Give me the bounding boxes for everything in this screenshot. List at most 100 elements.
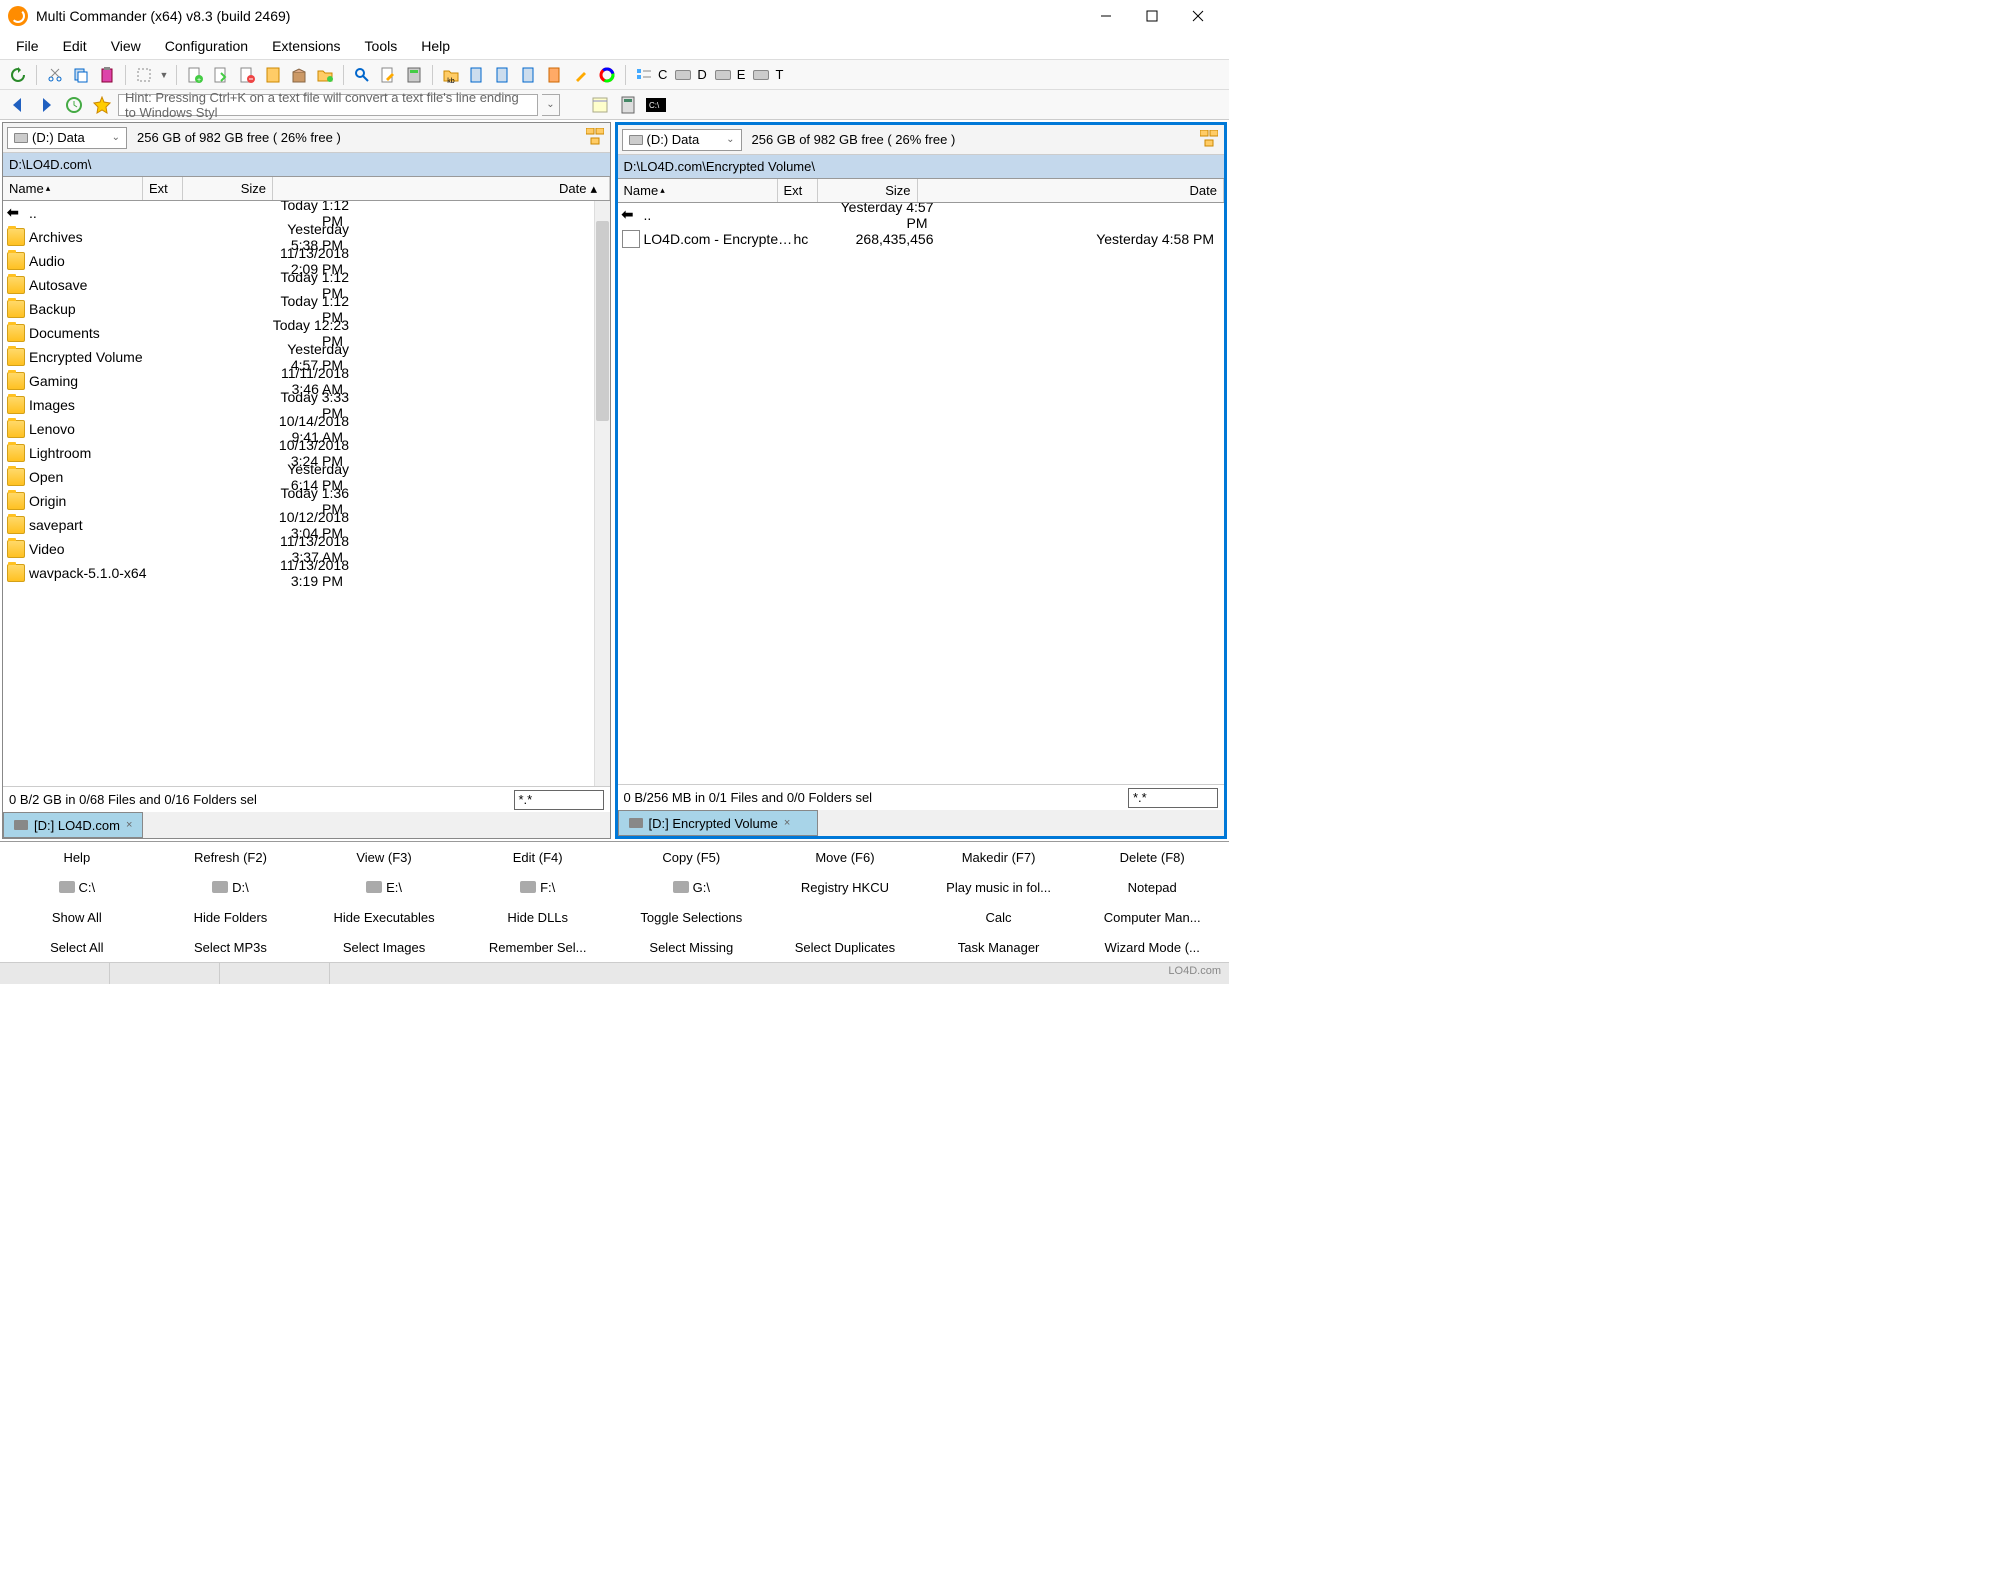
back-button[interactable] xyxy=(6,93,30,117)
doc4-icon[interactable] xyxy=(543,63,567,87)
bottom-button[interactable]: Toggle Selections xyxy=(615,906,769,929)
kb-icon[interactable]: kb xyxy=(439,63,463,87)
new-folder-icon[interactable] xyxy=(313,63,337,87)
bottom-button[interactable]: D:\ xyxy=(154,876,308,899)
select-icon[interactable] xyxy=(132,63,156,87)
menu-tools[interactable]: Tools xyxy=(353,34,410,58)
console-icon[interactable]: C:\ xyxy=(644,93,668,117)
left-tab[interactable]: [D:] LO4D.com × xyxy=(3,812,143,838)
edit-file-icon[interactable] xyxy=(376,63,400,87)
doc3-icon[interactable] xyxy=(517,63,541,87)
bottom-button[interactable]: Hide Executables xyxy=(307,906,461,929)
cut-icon[interactable] xyxy=(43,63,67,87)
drive-t-icon[interactable] xyxy=(749,63,773,87)
bottom-button[interactable]: Select All xyxy=(0,936,154,959)
color-wheel-icon[interactable] xyxy=(595,63,619,87)
minimize-button[interactable] xyxy=(1083,0,1129,32)
right-tree-icon[interactable] xyxy=(1200,130,1220,150)
bottom-button[interactable]: Select MP3s xyxy=(154,936,308,959)
drive-d-icon[interactable] xyxy=(671,63,695,87)
right-filter-input[interactable]: *.* xyxy=(1128,788,1218,808)
bottom-button[interactable]: Select Missing xyxy=(615,936,769,959)
left-path-bar[interactable]: D:\LO4D.com\ xyxy=(3,153,610,177)
left-header-size[interactable]: Size xyxy=(183,177,273,200)
brush-icon[interactable] xyxy=(569,63,593,87)
right-header-date[interactable]: Date xyxy=(918,179,1225,202)
left-file-list[interactable]: ⬅ .. Today 1:12 PM Archives Yesterday 5:… xyxy=(3,201,610,786)
left-drive-selector[interactable]: (D:) Data ⌄ xyxy=(7,127,127,149)
notepad-icon[interactable] xyxy=(588,93,612,117)
tab-close-icon[interactable]: × xyxy=(126,819,132,831)
bottom-button[interactable]: Registry HKCU xyxy=(768,876,922,899)
bottom-button[interactable]: Refresh (F2) xyxy=(154,846,308,869)
drive-e-icon[interactable] xyxy=(711,63,735,87)
left-header-ext[interactable]: Ext xyxy=(143,177,183,200)
new-file-icon[interactable]: + xyxy=(183,63,207,87)
bottom-button[interactable]: Copy (F5) xyxy=(615,846,769,869)
drive-d-label[interactable]: D xyxy=(697,67,708,82)
left-header-name[interactable]: Name▴ xyxy=(3,177,143,200)
refresh-icon[interactable] xyxy=(6,63,30,87)
calculator-icon[interactable] xyxy=(402,63,426,87)
bottom-button[interactable]: C:\ xyxy=(0,876,154,899)
bottom-button[interactable]: E:\ xyxy=(307,876,461,899)
up-row[interactable]: ⬅ .. Yesterday 4:57 PM xyxy=(618,203,1225,227)
hint-dropdown[interactable]: ⌄ xyxy=(542,94,560,116)
bottom-button[interactable]: Edit (F4) xyxy=(461,846,615,869)
bottom-button[interactable]: F:\ xyxy=(461,876,615,899)
forward-button[interactable] xyxy=(34,93,58,117)
bottom-button[interactable]: Move (F6) xyxy=(768,846,922,869)
right-header-name[interactable]: Name▴ xyxy=(618,179,778,202)
right-path-bar[interactable]: D:\LO4D.com\Encrypted Volume\ xyxy=(618,155,1225,179)
bottom-button[interactable]: Delete (F8) xyxy=(1075,846,1229,869)
package-icon[interactable] xyxy=(287,63,311,87)
tab-close-icon[interactable]: × xyxy=(784,817,790,829)
paste-icon[interactable] xyxy=(95,63,119,87)
left-header-date[interactable]: Date▴ xyxy=(273,177,610,200)
favorites-button[interactable] xyxy=(90,93,114,117)
bottom-button[interactable]: Wizard Mode (... xyxy=(1075,936,1229,959)
right-header-size[interactable]: Size xyxy=(818,179,918,202)
menu-view[interactable]: View xyxy=(99,34,153,58)
drive-e-label[interactable]: E xyxy=(737,67,748,82)
delete-file-icon[interactable] xyxy=(235,63,259,87)
scrollbar[interactable] xyxy=(594,201,610,786)
bottom-button[interactable]: Makedir (F7) xyxy=(922,846,1076,869)
properties-icon[interactable] xyxy=(261,63,285,87)
right-tab[interactable]: [D:] Encrypted Volume × xyxy=(618,810,818,836)
bottom-button[interactable]: Hide DLLs xyxy=(461,906,615,929)
right-file-list[interactable]: ⬅ .. Yesterday 4:57 PM LO4D.com - Encryp… xyxy=(618,203,1225,784)
doc2-icon[interactable] xyxy=(491,63,515,87)
bottom-button[interactable]: Notepad xyxy=(1075,876,1229,899)
bottom-button[interactable]: Calc xyxy=(922,906,1076,929)
copy-icon[interactable] xyxy=(69,63,93,87)
bottom-button[interactable]: Play music in fol... xyxy=(922,876,1076,899)
bottom-button[interactable]: Show All xyxy=(0,906,154,929)
drive-c-label[interactable]: C xyxy=(658,67,669,82)
maximize-button[interactable] xyxy=(1129,0,1175,32)
menu-help[interactable]: Help xyxy=(409,34,462,58)
calc-icon[interactable] xyxy=(616,93,640,117)
right-header-ext[interactable]: Ext xyxy=(778,179,818,202)
bottom-button[interactable]: G:\ xyxy=(615,876,769,899)
bottom-button[interactable]: Select Images xyxy=(307,936,461,959)
bottom-button[interactable]: Computer Man... xyxy=(1075,906,1229,929)
dropdown-icon[interactable]: ▼ xyxy=(158,63,170,87)
bottom-button[interactable]: Select Duplicates xyxy=(768,936,922,959)
drive-t-label[interactable]: T xyxy=(775,67,785,82)
left-filter-input[interactable]: *.* xyxy=(514,790,604,810)
left-tree-icon[interactable] xyxy=(586,128,606,148)
bottom-button[interactable]: Remember Sel... xyxy=(461,936,615,959)
history-button[interactable] xyxy=(62,93,86,117)
hint-box[interactable]: Hint: Pressing Ctrl+K on a text file wil… xyxy=(118,94,538,116)
file-row[interactable]: LO4D.com - Encrypted Vol... hc 268,435,4… xyxy=(618,227,1225,251)
export-file-icon[interactable] xyxy=(209,63,233,87)
view-mode-icon[interactable] xyxy=(632,63,656,87)
menu-file[interactable]: File xyxy=(4,34,51,58)
bottom-button[interactable]: Help xyxy=(0,846,154,869)
menu-extensions[interactable]: Extensions xyxy=(260,34,352,58)
search-icon[interactable] xyxy=(350,63,374,87)
bottom-button[interactable]: Task Manager xyxy=(922,936,1076,959)
doc1-icon[interactable] xyxy=(465,63,489,87)
scrollbar-thumb[interactable] xyxy=(596,221,609,421)
